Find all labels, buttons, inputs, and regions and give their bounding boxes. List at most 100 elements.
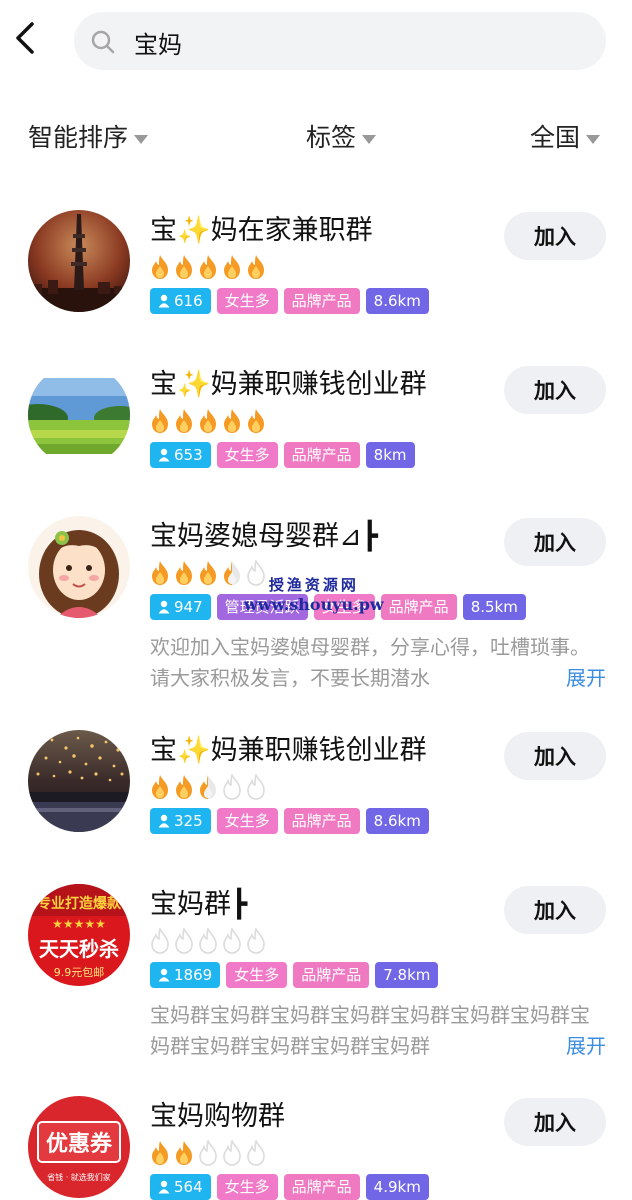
description-text: 欢迎加入宝妈婆媳母婴群，分享心得，吐槽琐事。请大家积极发言，不要长期潜水	[150, 635, 590, 690]
tag-badge: 女生多	[226, 962, 288, 988]
coupon-text: 优惠券	[46, 1131, 113, 1157]
heat-rating	[150, 928, 266, 954]
region-filter-label: 全国	[530, 123, 581, 152]
coupon-slogan: 省钱 · 就选我们家	[47, 1172, 111, 1182]
back-arrow-icon[interactable]	[8, 18, 42, 58]
filter-bar: 智能排序 标签 全国	[0, 100, 632, 170]
watermark-title: 授渔资源网	[268, 576, 359, 594]
empty-fire-icon	[175, 928, 193, 954]
member-count-tag: 653	[150, 442, 211, 468]
distance-tag: 4.9km	[365, 1174, 429, 1200]
group-avatar	[28, 210, 130, 312]
person-icon	[158, 448, 170, 462]
half-fire-icon	[224, 561, 240, 585]
group-name: 宝妈群┣	[150, 889, 248, 920]
dropdown-triangle-icon	[134, 134, 149, 144]
group-avatar: 专业打造爆款 ★★★★★ 天天秒杀 9.9元包邮	[28, 884, 130, 986]
member-count: 1869	[174, 966, 213, 984]
tag-badge: 品牌产品	[293, 962, 370, 988]
fire-icon	[176, 255, 192, 279]
poster-main-text: 天天秒杀	[39, 937, 119, 961]
group-name: 宝妈婆媳母婴群⊿┣	[150, 521, 378, 552]
top-bar	[0, 0, 632, 80]
heat-rating	[150, 1140, 266, 1166]
description-text: 宝妈群宝妈群宝妈群宝妈群宝妈群宝妈群宝妈群宝妈群宝妈群宝妈群宝妈群宝妈群	[150, 1003, 590, 1058]
tag-row: 1869 女生多 品牌产品 7.8km	[150, 962, 439, 988]
tag-filter-label: 标签	[306, 123, 357, 152]
fire-icon	[224, 409, 240, 433]
empty-fire-icon	[247, 1140, 265, 1166]
member-count: 325	[174, 812, 203, 830]
fire-icon	[200, 409, 216, 433]
empty-fire-icon	[223, 774, 241, 800]
tag-badge: 女生多	[216, 808, 278, 834]
join-button[interactable]: 加入	[504, 518, 606, 566]
city-tower-image	[28, 210, 130, 312]
member-count: 653	[174, 446, 203, 464]
tag-badge: 品牌产品	[380, 594, 457, 620]
person-icon	[158, 294, 170, 308]
tag-badge: 女生多	[216, 442, 278, 468]
group-avatar: 优惠券 省钱 · 就选我们家	[28, 1096, 130, 1198]
member-count: 616	[174, 292, 203, 310]
poster-stars: ★★★★★	[52, 917, 106, 931]
meadow-image	[28, 364, 130, 466]
search-bar[interactable]	[74, 12, 606, 70]
expand-link[interactable]: 展开	[540, 1031, 606, 1062]
member-count-tag: 325	[150, 808, 211, 834]
watermark: 授渔资源网 www.shouyu.pw	[244, 574, 384, 614]
tag-badge: 女生多	[216, 1174, 278, 1200]
distance-tag: 7.8km	[375, 962, 439, 988]
dropdown-triangle-icon	[362, 134, 377, 144]
group-avatar	[28, 516, 130, 618]
dropdown-triangle-icon	[586, 134, 601, 144]
fire-icon	[176, 409, 192, 433]
empty-fire-icon	[223, 928, 241, 954]
tag-row: 325 女生多 品牌产品 8.6km	[150, 808, 429, 834]
tag-badge: 女生多	[216, 288, 278, 314]
tag-filter[interactable]: 标签	[306, 118, 377, 154]
group-description: 欢迎加入宝妈婆媳母婴群，分享心得，吐槽琐事。请大家积极发言，不要长期潜水 展开	[150, 632, 606, 694]
sort-filter[interactable]: 智能排序	[28, 118, 149, 154]
member-count-tag: 564	[150, 1174, 211, 1200]
expand-link[interactable]: 展开	[540, 663, 606, 694]
half-fire-icon	[200, 775, 216, 799]
fire-icon	[248, 409, 264, 433]
tag-row: 616 女生多 品牌产品 8.6km	[150, 288, 429, 314]
person-icon	[158, 1180, 170, 1194]
person-icon	[158, 600, 170, 614]
group-avatar	[28, 364, 130, 466]
search-icon	[91, 30, 115, 54]
join-button[interactable]: 加入	[504, 886, 606, 934]
region-filter[interactable]: 全国	[530, 118, 601, 154]
join-button[interactable]: 加入	[504, 212, 606, 260]
fire-icon	[248, 255, 264, 279]
join-button[interactable]: 加入	[504, 732, 606, 780]
distance-tag: 8.6km	[365, 808, 429, 834]
search-input[interactable]	[132, 20, 586, 64]
poster-top-text: 专业打造爆款	[37, 895, 122, 912]
coupon-image: 优惠券 省钱 · 就选我们家	[28, 1096, 130, 1198]
fire-icon	[152, 561, 168, 585]
watermark-url: www.shouyu.pw	[244, 595, 384, 614]
fire-icon	[200, 561, 216, 585]
group-name: 宝✨妈在家兼职群	[150, 215, 373, 246]
join-button[interactable]: 加入	[504, 366, 606, 414]
empty-fire-icon	[199, 1140, 217, 1166]
cartoon-girl-image	[28, 516, 130, 618]
heat-rating	[150, 408, 266, 434]
tag-badge: 品牌产品	[283, 808, 360, 834]
tag-badge: 品牌产品	[283, 442, 360, 468]
group-name: 宝妈购物群	[150, 1101, 285, 1132]
member-count: 564	[174, 1178, 203, 1196]
fire-icon	[176, 775, 192, 799]
member-count: 947	[174, 598, 203, 616]
fire-icon	[152, 775, 168, 799]
join-button[interactable]: 加入	[504, 1098, 606, 1146]
fire-icon	[152, 255, 168, 279]
member-count-tag: 947	[150, 594, 211, 620]
distance-tag: 8.5km	[462, 594, 526, 620]
group-name: 宝✨妈兼职赚钱创业群	[150, 369, 427, 400]
heat-rating	[150, 254, 266, 280]
person-icon	[158, 814, 170, 828]
